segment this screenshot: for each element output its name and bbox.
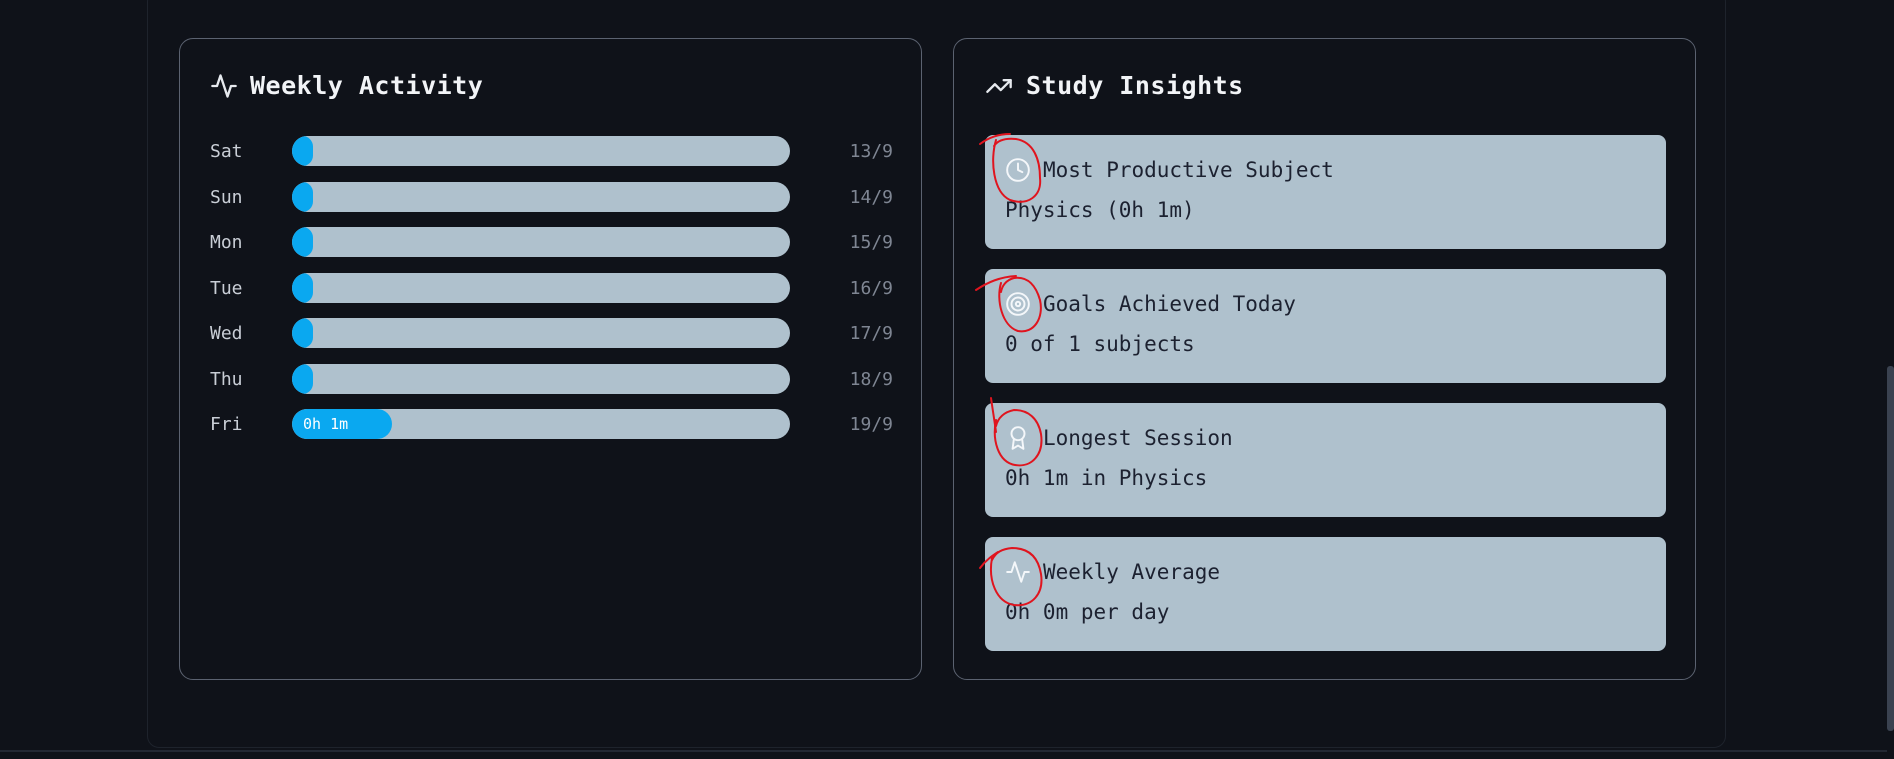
insight-label: Weekly Average — [1043, 560, 1221, 584]
insight-label: Longest Session — [1043, 426, 1233, 450]
study-insights-card: Study Insights Most Productive Subject P… — [953, 38, 1696, 680]
day-label: Sat — [210, 141, 243, 162]
trending-up-icon — [984, 72, 1014, 100]
date-label: 15/9 — [849, 232, 893, 253]
activity-row-mon: Mon 15/9 — [210, 227, 893, 257]
day-label: Mon — [210, 232, 243, 253]
date-label: 18/9 — [849, 368, 893, 390]
insight-value: 0h 1m in Physics — [1005, 466, 1208, 490]
page-scrollbar[interactable] — [1887, 0, 1894, 759]
weekly-activity-title: Weekly Activity — [250, 71, 484, 100]
weekly-activity-header: Weekly Activity — [210, 71, 483, 100]
activity-row-fri: Fri 0h 1m 19/9 — [210, 409, 893, 439]
insight-weekly-average: Weekly Average 0h 0m per day — [985, 537, 1666, 651]
activity-bar-fill — [292, 318, 313, 348]
insight-value: Physics (0h 1m) — [1005, 198, 1195, 222]
day-label: Sun — [210, 186, 243, 208]
activity-bar-track: 0h 1m — [292, 409, 790, 439]
activity-bar-track — [292, 318, 790, 348]
activity-bar-fill — [292, 136, 313, 166]
activity-bar-track — [292, 363, 790, 394]
activity-bar-track — [292, 227, 790, 257]
activity-row-tue: Tue 16/9 — [210, 272, 893, 303]
date-label: 17/9 — [849, 323, 893, 344]
insight-value: 0 of 1 subjects — [1005, 332, 1195, 356]
day-label: Thu — [210, 368, 243, 390]
day-label: Wed — [210, 323, 243, 344]
scrollbar-thumb[interactable] — [1887, 366, 1894, 731]
activity-bar-fill — [292, 227, 313, 257]
activity-bar-fill: 0h 1m — [292, 409, 392, 439]
insight-goals-achieved-today: Goals Achieved Today 0 of 1 subjects — [985, 269, 1666, 383]
study-insights-header: Study Insights — [984, 71, 1244, 100]
activity-icon — [1005, 559, 1031, 585]
study-insights-title: Study Insights — [1026, 71, 1244, 100]
date-label: 19/9 — [849, 414, 893, 435]
activity-row-sun: Sun 14/9 — [210, 181, 893, 212]
section-divider — [0, 750, 1894, 752]
activity-icon — [210, 72, 238, 100]
insight-label: Goals Achieved Today — [1043, 292, 1296, 316]
insight-label: Most Productive Subject — [1043, 158, 1334, 182]
date-label: 13/9 — [849, 141, 893, 162]
activity-bar-track — [292, 136, 790, 166]
activity-bar-fill — [292, 363, 313, 394]
activity-bar-track — [292, 181, 790, 212]
activity-row-wed: Wed 17/9 — [210, 318, 893, 348]
clock-icon — [1005, 157, 1031, 183]
weekly-activity-card: Weekly Activity Sat 13/9 Sun 14/9 Mon 15/9 Tue… — [179, 38, 922, 680]
date-label: 14/9 — [849, 186, 893, 208]
day-label: Fri — [210, 414, 243, 435]
activity-bar-fill — [292, 181, 313, 212]
insight-most-productive-subject: Most Productive Subject Physics (0h 1m) — [985, 135, 1666, 249]
target-icon — [1005, 291, 1031, 317]
day-label: Tue — [210, 277, 243, 299]
activity-bar-fill — [292, 272, 313, 303]
activity-row-sat: Sat 13/9 — [210, 136, 893, 166]
award-icon — [1005, 425, 1031, 451]
insight-value: 0h 0m per day — [1005, 600, 1170, 624]
activity-bar-track — [292, 272, 790, 303]
activity-row-thu: Thu 18/9 — [210, 363, 893, 394]
date-label: 16/9 — [849, 277, 893, 299]
insight-longest-session: Longest Session 0h 1m in Physics — [985, 403, 1666, 517]
